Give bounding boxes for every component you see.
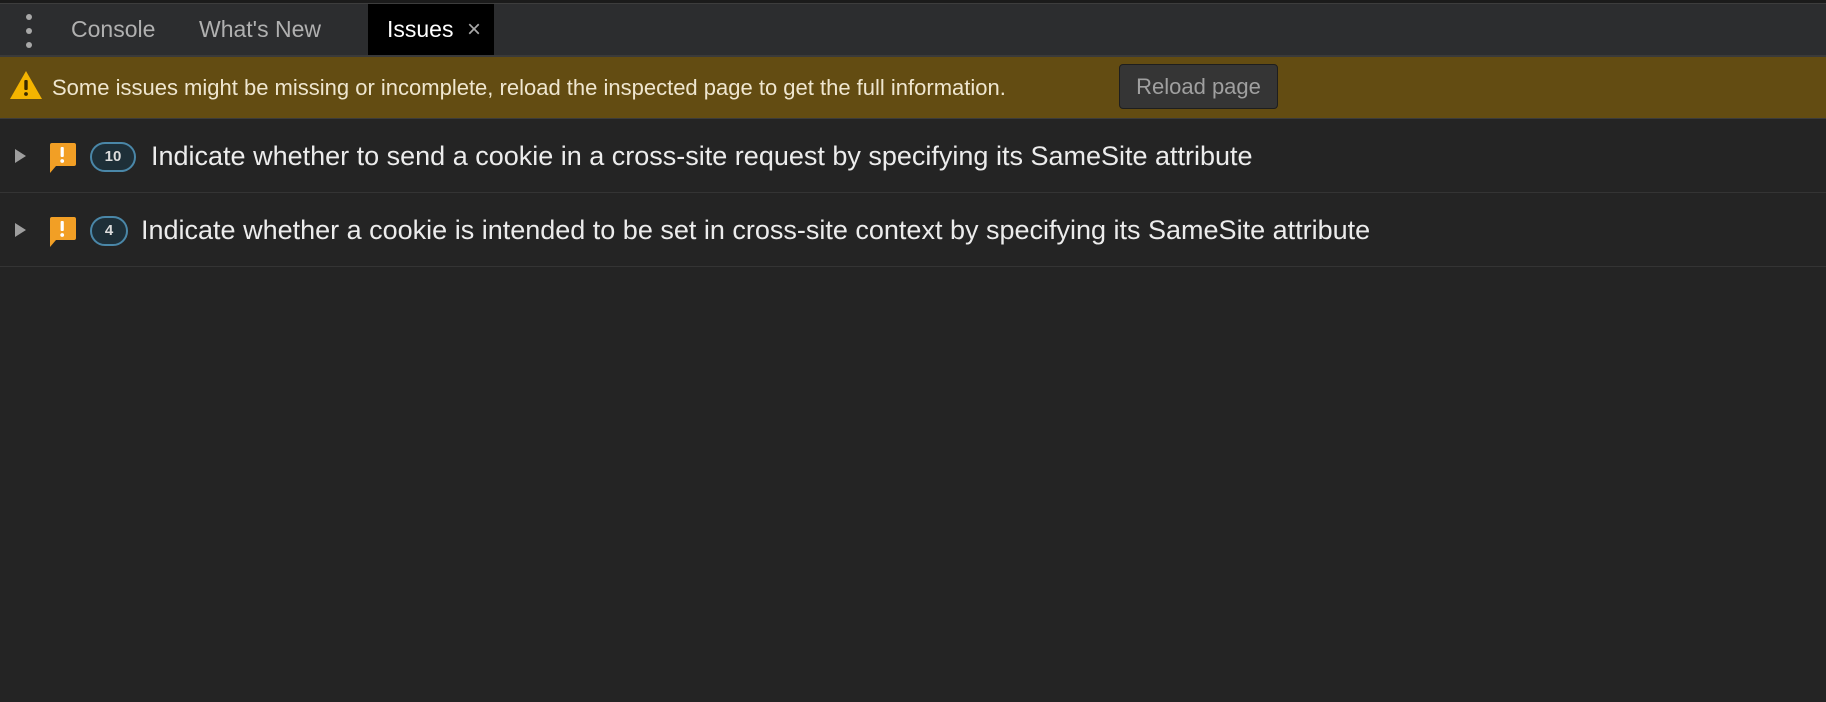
tab-whats-new-label: What's New — [199, 16, 321, 42]
reload-page-button[interactable]: Reload page — [1119, 64, 1278, 109]
tab-console[interactable]: Console — [71, 4, 155, 55]
issue-count-badge: 4 — [90, 216, 128, 246]
expand-arrow-icon[interactable] — [15, 149, 26, 163]
more-tabs-menu-icon[interactable] — [18, 14, 40, 48]
tab-whats-new[interactable]: What's New — [199, 4, 321, 55]
expand-arrow-icon[interactable] — [15, 223, 26, 237]
issue-warning-icon — [50, 143, 76, 173]
kebab-dot — [26, 42, 32, 48]
issue-row[interactable]: 10 Indicate whether to send a cookie in … — [0, 119, 1826, 193]
kebab-dot — [26, 28, 32, 34]
tab-console-label: Console — [71, 16, 156, 42]
warning-message: Some issues might be missing or incomple… — [52, 75, 1006, 100]
issue-title: Indicate whether a cookie is intended to… — [141, 215, 1371, 245]
kebab-dot — [26, 14, 32, 20]
warning-triangle-icon — [10, 71, 42, 99]
issue-title: Indicate whether to send a cookie in a c… — [151, 141, 1253, 171]
issue-warning-icon — [50, 217, 76, 247]
tab-issues-label: Issues — [387, 16, 454, 42]
close-icon[interactable]: × — [467, 4, 481, 55]
issues-warning-banner: Some issues might be missing or incomple… — [0, 57, 1826, 119]
issue-row[interactable]: 4 Indicate whether a cookie is intended … — [0, 193, 1826, 267]
drawer-tabbar: Console What's New Issues × — [0, 4, 1826, 57]
issue-count-badge: 10 — [90, 142, 136, 172]
tab-issues[interactable]: Issues × — [368, 4, 494, 55]
